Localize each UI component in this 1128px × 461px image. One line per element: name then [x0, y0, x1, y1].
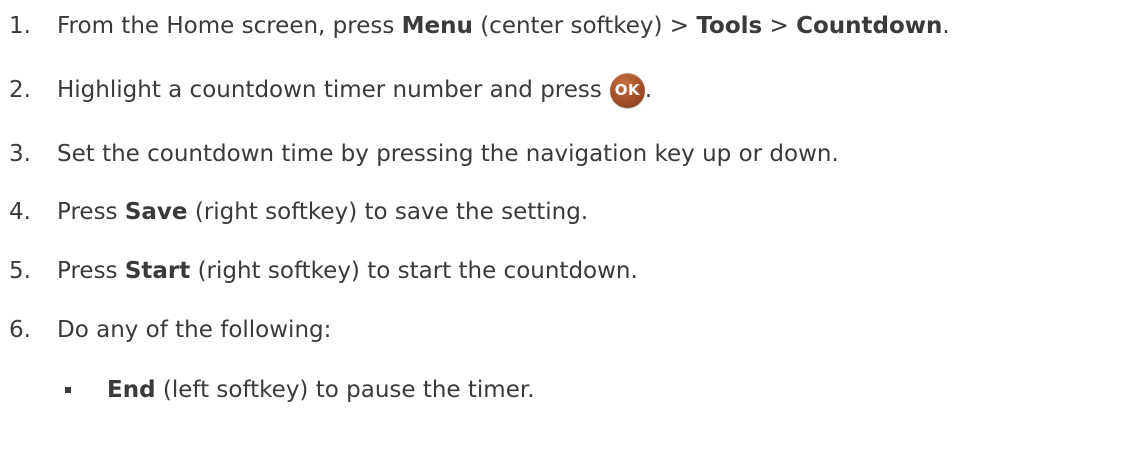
- step-3: 3. Set the countdown time by pressing th…: [0, 134, 1128, 174]
- countdown-label: Countdown: [796, 13, 943, 39]
- step-2: 2. Highlight a countdown timer number an…: [0, 70, 1128, 110]
- step-1: 1. From the Home screen, press Menu (cen…: [0, 6, 1128, 46]
- step-number: 4.: [9, 199, 31, 225]
- sub-item-text: End (left softkey) to pause the timer.: [107, 377, 535, 403]
- step-text: Press Start (right softkey) to start the…: [57, 251, 638, 291]
- end-key-label: End: [107, 377, 156, 403]
- sub-item-end: End (left softkey) to pause the timer.: [0, 370, 1128, 410]
- square-bullet-icon: [65, 387, 71, 393]
- step-text: Highlight a countdown timer number and p…: [57, 70, 652, 110]
- start-key-label: Start: [124, 258, 191, 284]
- save-key-label: Save: [124, 199, 188, 225]
- step-number: 1.: [9, 13, 31, 39]
- step-text: Set the countdown time by pressing the n…: [57, 141, 839, 167]
- ok-button-icon: OK: [609, 72, 645, 108]
- step-4: 4. Press Save (right softkey) to save th…: [0, 192, 1128, 232]
- menu-key-label: Menu: [401, 13, 473, 39]
- step-text: Do any of the following:: [57, 317, 332, 343]
- step-5: 5. Press Start (right softkey) to start …: [0, 251, 1128, 291]
- step-number: 5.: [9, 258, 31, 284]
- step-number: 6.: [9, 317, 31, 343]
- tools-label: Tools: [696, 13, 763, 39]
- step-number: 2.: [9, 77, 31, 103]
- step-text: From the Home screen, press Menu (center…: [57, 6, 950, 46]
- step-number: 3.: [9, 141, 31, 167]
- step-text: Press Save (right softkey) to save the s…: [57, 192, 588, 232]
- step-6: 6. Do any of the following:: [0, 310, 1128, 350]
